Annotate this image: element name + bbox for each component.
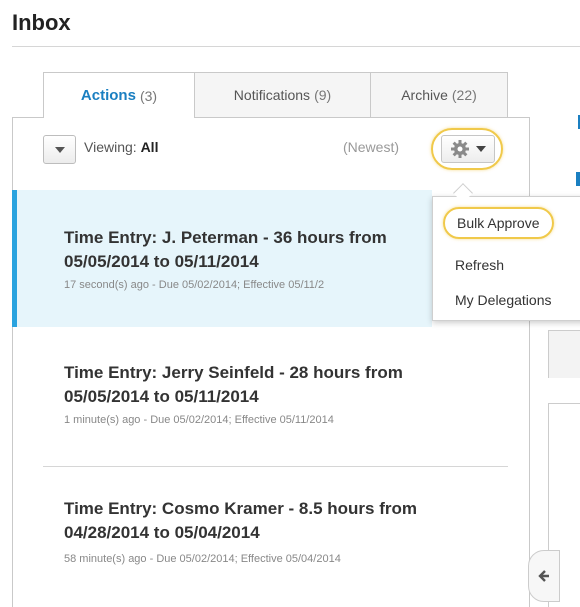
item-meta: 17 second(s) ago - Due 05/02/2014; Effec… — [64, 279, 325, 291]
title-divider — [12, 46, 580, 47]
chevron-down-icon — [54, 146, 65, 153]
list-item-selected[interactable]: Time Entry: J. Peterman - 36 hours from … — [12, 190, 432, 327]
tab-notifications-label: Notifications — [233, 87, 311, 103]
settings-menu-button-inner[interactable] — [441, 135, 495, 163]
page-title: Inbox — [12, 10, 71, 35]
right-pane-accent — [576, 172, 580, 186]
settings-menu-button[interactable] — [431, 128, 503, 170]
menu-item-bulk-approve[interactable]: Bulk Approve — [443, 207, 554, 239]
tab-actions-label: Actions — [80, 87, 136, 104]
tab-notifications-count: (9) — [314, 87, 332, 103]
tab-notifications[interactable]: Notifications (9) — [194, 72, 371, 117]
menu-item-my-delegations[interactable]: My Delegations — [455, 292, 552, 308]
tab-actions[interactable]: Actions (3) — [43, 72, 195, 118]
tab-bar: Actions (3) Notifications (9) Archive (2… — [43, 72, 508, 118]
viewing-label: Viewing: — [84, 139, 137, 155]
view-filter-button[interactable] — [43, 135, 76, 164]
list-item[interactable]: Time Entry: Cosmo Kramer - 8.5 hours fro… — [12, 467, 432, 607]
collapse-button[interactable] — [528, 550, 560, 602]
arrow-left-icon — [538, 570, 549, 582]
tab-archive-count: (22) — [451, 87, 477, 103]
tab-archive[interactable]: Archive (22) — [370, 72, 508, 117]
tab-actions-count: (3) — [139, 87, 158, 104]
viewing-filter: Viewing: All — [84, 139, 158, 155]
list-item[interactable]: Time Entry: Jerry Seinfeld - 28 hours fr… — [12, 327, 432, 467]
right-pane-header — [548, 330, 580, 378]
item-title: Time Entry: Cosmo Kramer - 8.5 hours fro… — [64, 499, 417, 542]
sort-order[interactable]: (Newest) — [343, 139, 399, 155]
item-meta: 1 minute(s) ago - Due 05/02/2014; Effect… — [64, 414, 334, 426]
gear-icon — [451, 140, 469, 158]
menu-item-refresh[interactable]: Refresh — [455, 257, 504, 273]
item-title: Time Entry: J. Peterman - 36 hours from … — [64, 228, 387, 271]
settings-dropdown-menu: Bulk Approve Refresh My Delegations — [432, 196, 580, 321]
chevron-down-icon — [476, 146, 486, 152]
item-title: Time Entry: Jerry Seinfeld - 28 hours fr… — [64, 363, 403, 406]
item-meta: 58 minute(s) ago - Due 05/02/2014; Effec… — [64, 553, 341, 565]
tab-archive-label: Archive — [401, 87, 448, 103]
viewing-value: All — [140, 139, 159, 155]
